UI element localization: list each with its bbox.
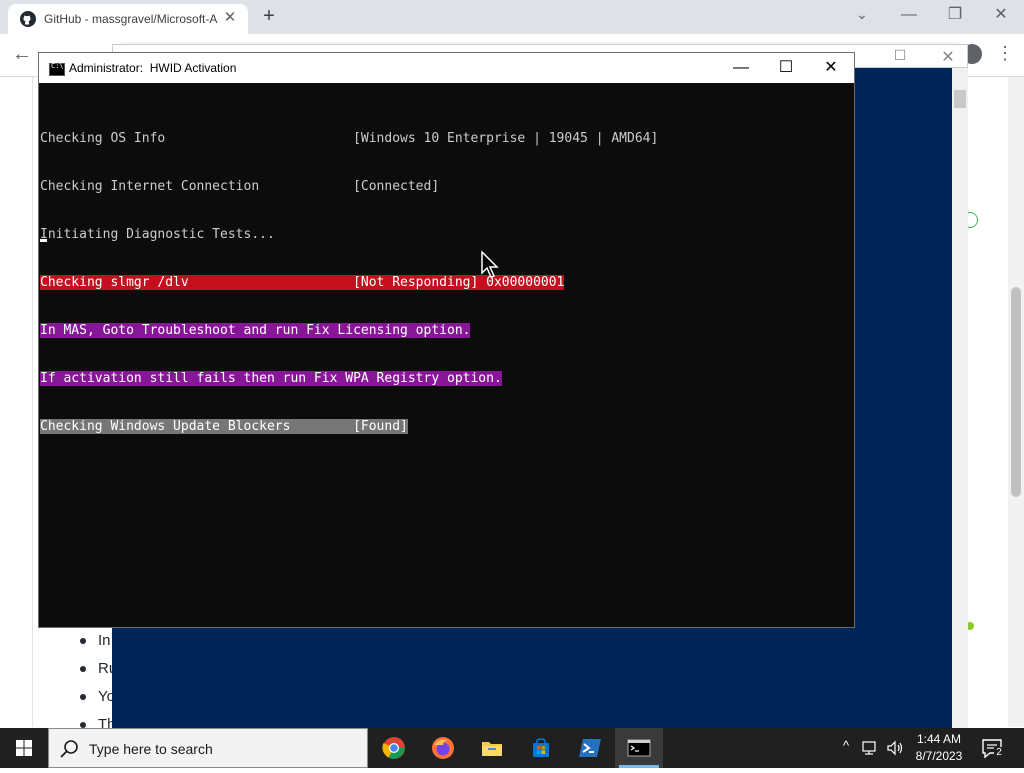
browser-tab[interactable]: GitHub - massgravel/Microsoft-A ✕ xyxy=(8,4,248,34)
windows-logo-icon xyxy=(16,740,32,756)
new-tab-button[interactable]: + xyxy=(258,6,280,28)
clock-date: 8/7/2023 xyxy=(915,749,963,763)
firefox-icon xyxy=(432,737,454,759)
taskbar-app-file-explorer[interactable] xyxy=(468,728,516,768)
taskbar-clock[interactable]: 1:44 AM 8/7/2023 xyxy=(910,731,968,765)
browser-restore-button[interactable]: ❐ xyxy=(940,4,970,26)
network-icon[interactable] xyxy=(862,740,880,756)
microsoft-store-icon xyxy=(533,738,549,757)
tray-chevron-icon[interactable]: ^ xyxy=(838,738,854,753)
text-cursor xyxy=(40,239,47,242)
chrome-icon xyxy=(382,737,405,759)
page-scrollbar[interactable] xyxy=(1008,77,1024,727)
browser-tabstrip: GitHub - massgravel/Microsoft-A ✕ + ⌄ — … xyxy=(0,0,1024,34)
search-icon xyxy=(60,740,78,758)
taskbar-app-chrome[interactable] xyxy=(370,728,418,768)
console-title-admin: Administrator: xyxy=(69,61,144,75)
notification-center-button[interactable]: 2 xyxy=(980,736,1004,760)
output-line-internet: Checking Internet Connection [Connected] xyxy=(40,179,440,194)
browser-minimize-button[interactable]: — xyxy=(894,4,924,26)
file-explorer-icon xyxy=(482,742,502,756)
tab-search-icon[interactable]: ⌄ xyxy=(852,6,872,26)
taskbar-app-powershell[interactable] xyxy=(566,728,614,768)
output-line-update-blockers: Checking Windows Update Blockers [Found] xyxy=(40,419,408,434)
console-maximize-button[interactable]: ☐ xyxy=(766,57,806,79)
powershell-icon xyxy=(579,739,601,757)
console-window: C:\ Administrator: HWID Activation — ☐ ✕… xyxy=(38,52,855,628)
command-prompt-icon: C:\ xyxy=(49,62,65,76)
start-button[interactable] xyxy=(0,728,48,768)
volume-icon[interactable] xyxy=(886,740,904,756)
github-icon xyxy=(20,11,36,27)
command-prompt-icon xyxy=(627,739,651,757)
notification-count-badge: 2 xyxy=(994,747,1004,758)
console-title-name: HWID Activation xyxy=(149,61,237,75)
mouse-pointer-icon xyxy=(481,251,499,278)
search-placeholder: Type here to search xyxy=(89,741,213,757)
console-title: Administrator: HWID Activation xyxy=(69,61,236,75)
taskbar-app-command-prompt[interactable] xyxy=(615,728,663,768)
console-close-button[interactable]: ✕ xyxy=(811,57,851,79)
taskbar-app-firefox[interactable] xyxy=(419,728,467,768)
output-line-os-info: Checking OS Info [Windows 10 Enterprise … xyxy=(40,131,659,146)
console-output[interactable]: Checking OS Info [Windows 10 Enterprise … xyxy=(40,99,658,467)
browser-menu-icon[interactable]: ⋮ xyxy=(996,44,1014,68)
console-minimize-button[interactable]: — xyxy=(721,57,761,79)
output-line-hint-licensing: In MAS, Goto Troubleshoot and run Fix Li… xyxy=(40,323,471,338)
page-scroll-thumb[interactable] xyxy=(1011,287,1021,497)
powershell-scroll-thumb[interactable] xyxy=(954,90,966,108)
back-arrow-icon[interactable]: ← xyxy=(10,42,34,66)
tab-close-icon[interactable]: ✕ xyxy=(222,10,238,26)
powershell-scrollbar[interactable] xyxy=(952,68,968,728)
tab-title: GitHub - massgravel/Microsoft-A xyxy=(44,12,218,26)
clock-time: 1:44 AM xyxy=(916,732,962,746)
taskbar-search-box[interactable]: Type here to search xyxy=(48,728,368,768)
console-titlebar[interactable]: C:\ Administrator: HWID Activation — ☐ ✕ xyxy=(39,53,854,83)
browser-close-button[interactable]: ✕ xyxy=(986,4,1016,26)
taskbar-app-store[interactable] xyxy=(517,728,565,768)
powershell-maximize-button[interactable]: ☐ xyxy=(889,47,911,67)
taskbar: Type here to search ^ 1:44 AM 8/7/2023 2 xyxy=(0,728,1024,768)
powershell-close-button[interactable]: ✕ xyxy=(937,47,959,67)
page-divider xyxy=(32,77,33,727)
output-line-hint-wpa: If activation still fails then run Fix W… xyxy=(40,371,502,386)
output-line-diagnostics: Initiating Diagnostic Tests... xyxy=(40,227,275,242)
